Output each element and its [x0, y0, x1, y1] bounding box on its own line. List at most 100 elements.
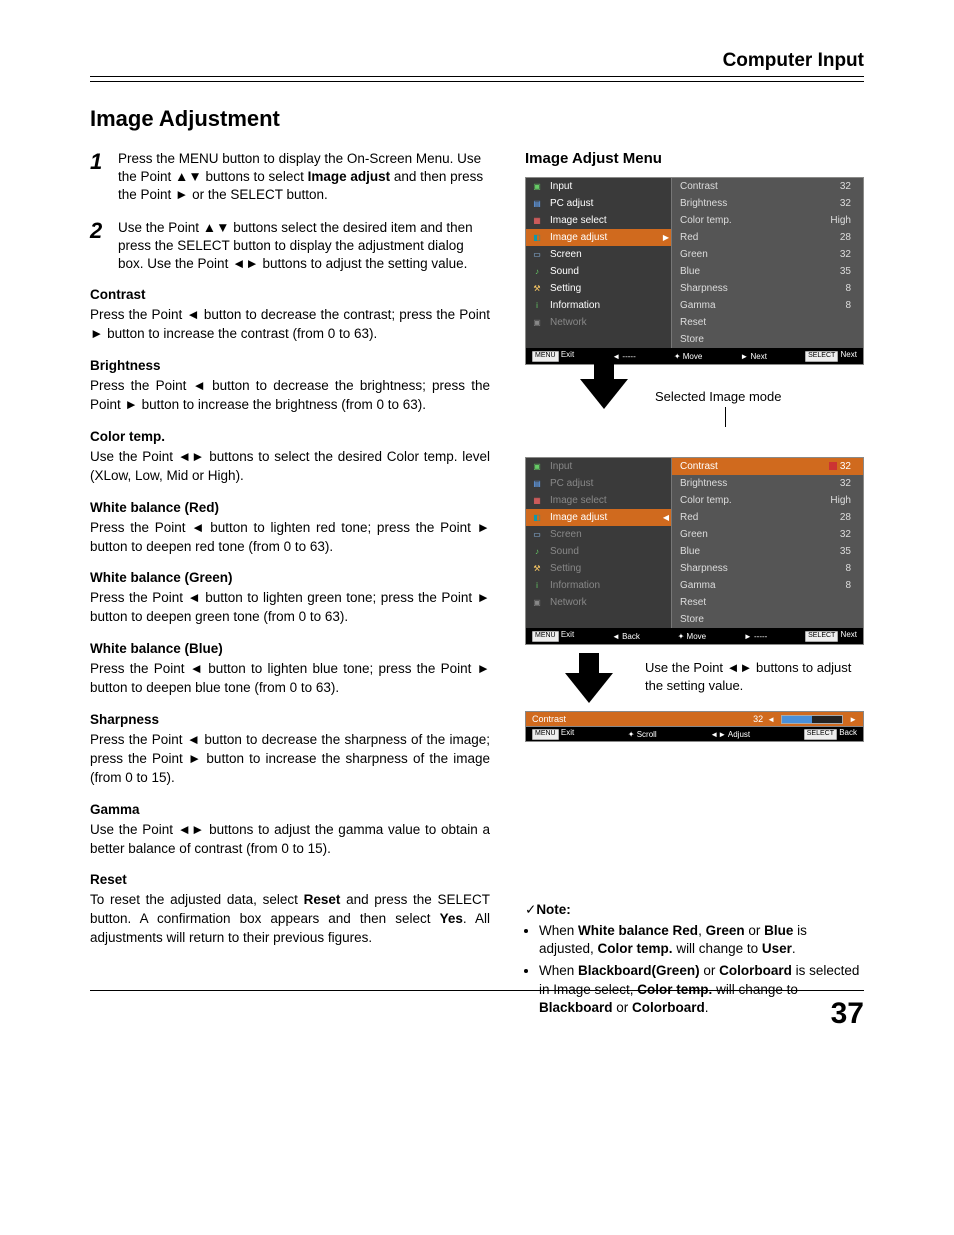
- param-label: Gamma: [680, 580, 716, 591]
- osd-param-row[interactable]: Green32: [672, 526, 863, 543]
- menu-icon: ▭: [530, 249, 544, 261]
- param-label: Gamma: [680, 300, 716, 311]
- param-label: Blue: [680, 546, 700, 557]
- menu-label: Setting: [550, 283, 581, 294]
- menu-label: Input: [550, 181, 572, 192]
- osd-param-row[interactable]: Sharpness8: [672, 560, 863, 577]
- menu-label: Image adjust: [550, 512, 607, 523]
- param-label: Contrast: [680, 181, 718, 192]
- rule: [90, 76, 864, 77]
- osd-param-row[interactable]: Red28: [672, 509, 863, 526]
- osd-param-row[interactable]: Reset: [672, 314, 863, 331]
- param-value: 28: [840, 512, 851, 523]
- param-value: High: [830, 495, 851, 506]
- osd-menu-item[interactable]: ▣ Input: [526, 458, 671, 475]
- osd-menu-item[interactable]: ◧Image adjust◀: [526, 509, 671, 526]
- step: 2 Use the Point ▲▼ buttons select the de…: [90, 219, 490, 274]
- osd-param-row[interactable]: Contrast32: [672, 178, 863, 195]
- osd-param-row[interactable]: Blue35: [672, 543, 863, 560]
- osd-menu-item[interactable]: ▤ PC adjust: [526, 475, 671, 492]
- osd-menu-item[interactable]: ▣Network: [526, 314, 671, 331]
- param-value: High: [830, 215, 851, 226]
- sf-exit: Exit: [561, 728, 574, 737]
- page-title: Image Adjustment: [90, 106, 864, 132]
- osd-param-row[interactable]: Brightness32: [672, 195, 863, 212]
- param-label: Sharpness: [680, 283, 728, 294]
- section-body: Press the Point ◄ button to decrease the…: [90, 377, 490, 415]
- param-value: 32: [840, 529, 851, 540]
- osd-menu-item[interactable]: ▦ Image select: [526, 212, 671, 229]
- osd-menu-item[interactable]: ▣Network: [526, 594, 671, 611]
- osd-menu-item[interactable]: iInformation: [526, 297, 671, 314]
- section-heading: Brightness: [90, 358, 490, 373]
- right-title: Image Adjust Menu: [525, 150, 864, 167]
- menu-icon: ▣: [530, 461, 544, 473]
- caption-adjust: Use the Point ◄► buttons to adjust the s…: [645, 659, 864, 694]
- osd-menu-item[interactable]: ◧Image adjust▶: [526, 229, 671, 246]
- check-icon: ✓: [525, 902, 536, 917]
- osd-menu-item[interactable]: ▦Image select: [526, 492, 671, 509]
- param-label: Reset: [680, 317, 706, 328]
- osd-param-row[interactable]: Blue35: [672, 263, 863, 280]
- menu-icon: ⚒: [530, 283, 544, 295]
- menu-icon: ▦: [530, 215, 544, 227]
- chevron-left-icon: ◀: [663, 513, 669, 522]
- note-item: When White balance Red, Green or Blue is…: [539, 922, 864, 958]
- slider-value: 32: [753, 714, 763, 724]
- menu-label: PC adjust: [550, 478, 593, 489]
- param-value: 32: [840, 198, 851, 209]
- osd-param-row[interactable]: Green32: [672, 246, 863, 263]
- param-label: Store: [680, 614, 704, 625]
- menu-icon: ▣: [530, 317, 544, 329]
- section-body: To reset the adjusted data, select Reset…: [90, 891, 490, 948]
- osd-param-row[interactable]: Store: [672, 331, 863, 348]
- osd-menu-item[interactable]: ▭Screen: [526, 246, 671, 263]
- param-value: 8: [845, 283, 851, 294]
- page-number: 37: [831, 997, 864, 1031]
- rule: [90, 81, 864, 82]
- menu-label: Information: [550, 580, 600, 591]
- step-body: Press the MENU button to display the On-…: [118, 150, 490, 205]
- menu-icon: i: [530, 580, 544, 592]
- param-label: Blue: [680, 266, 700, 277]
- param-label: Reset: [680, 597, 706, 608]
- sf-scroll: ✦ Scroll: [628, 730, 657, 739]
- osd-menu-item[interactable]: i Information: [526, 577, 671, 594]
- right-column: Image Adjust Menu ▣ Input ▤ PC adjust ▦ Image…: [525, 150, 864, 1021]
- param-label: Store: [680, 334, 704, 345]
- slider-label: Contrast: [532, 714, 566, 724]
- menu-icon: ▤: [530, 478, 544, 490]
- param-label: Color temp.: [680, 215, 732, 226]
- menu-label: Input: [550, 461, 572, 472]
- osd-param-row[interactable]: Red28: [672, 229, 863, 246]
- section-heading: White balance (Red): [90, 500, 490, 515]
- footer-rule: [90, 990, 864, 991]
- sf-back: Back: [839, 728, 857, 737]
- osd-param-row[interactable]: Contrast 32: [672, 458, 863, 475]
- down-arrow-icon: [565, 673, 613, 703]
- osd-menu-item[interactable]: ▤PC adjust: [526, 195, 671, 212]
- osd-param-row[interactable]: Store: [672, 611, 863, 628]
- osd-menu-item[interactable]: ▣ Input: [526, 178, 671, 195]
- osd-param-row[interactable]: Brightness32: [672, 475, 863, 492]
- menu-icon: ▣: [530, 181, 544, 193]
- menu-label: Setting: [550, 563, 581, 574]
- menu-label: PC adjust: [550, 198, 593, 209]
- menu-label: Image select: [550, 215, 607, 226]
- down-arrow-icon: [580, 379, 628, 409]
- osd-menu-item[interactable]: ▭Screen: [526, 526, 671, 543]
- osd-menu-item[interactable]: ⚒ Setting: [526, 280, 671, 297]
- osd-param-row[interactable]: Gamma8: [672, 297, 863, 314]
- osd-param-row[interactable]: Sharpness 8: [672, 280, 863, 297]
- section-heading: Sharpness: [90, 712, 490, 727]
- osd-param-row[interactable]: Reset: [672, 594, 863, 611]
- osd-param-row[interactable]: Color temp. High: [672, 212, 863, 229]
- menu-icon: i: [530, 300, 544, 312]
- osd-menu-item[interactable]: ♪Sound: [526, 543, 671, 560]
- osd-param-row[interactable]: Color temp.High: [672, 492, 863, 509]
- osd-param-row[interactable]: Gamma8: [672, 577, 863, 594]
- osd-menu-item[interactable]: ♪Sound: [526, 263, 671, 280]
- param-label: Brightness: [680, 478, 727, 489]
- osd-menu-item[interactable]: ⚒Setting: [526, 560, 671, 577]
- section-heading: White balance (Green): [90, 570, 490, 585]
